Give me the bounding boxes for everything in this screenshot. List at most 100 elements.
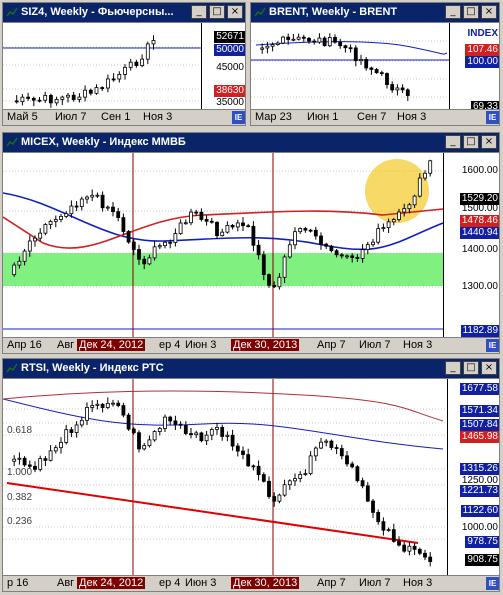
candle-body — [69, 429, 74, 433]
price-label: 908.75 — [465, 554, 499, 566]
candle-body — [334, 250, 339, 256]
candle-body — [339, 254, 344, 257]
chart-window-icon — [6, 7, 18, 17]
candle-body — [31, 98, 36, 101]
trend-line — [6, 482, 419, 544]
close-button[interactable]: × — [481, 135, 497, 149]
candle-body — [298, 228, 303, 233]
moving-average-line — [3, 390, 444, 422]
siz4-price-scale[interactable]: 52671 50000 45000 38630 35000 — [201, 23, 245, 109]
siz4-plot[interactable] — [3, 23, 201, 111]
candle-body — [417, 548, 422, 554]
candle-body — [230, 224, 235, 228]
candle-body — [282, 256, 287, 278]
candle-body — [100, 194, 105, 209]
fib-label: 0.618 — [7, 425, 32, 436]
candle-body — [397, 540, 401, 546]
candle-body — [241, 222, 245, 227]
candle-body — [204, 434, 209, 442]
candle-body — [43, 224, 48, 234]
candle-body — [85, 406, 89, 421]
maximize-button[interactable]: □ — [463, 361, 479, 375]
candle-body — [140, 58, 145, 66]
candle-body — [312, 40, 317, 43]
candle-body — [163, 241, 167, 247]
candle-body — [360, 249, 365, 259]
candle-body — [261, 474, 266, 482]
candle-body — [251, 225, 256, 246]
scroll-end-icon[interactable]: IE — [486, 111, 499, 124]
time-label: Сен 1 — [101, 111, 131, 123]
brent-plot[interactable] — [251, 23, 449, 111]
micex-titlebar[interactable]: MICEX, Weekly - Индекс ММВБ _ □ × — [3, 133, 499, 153]
scroll-end-icon[interactable]: IE — [232, 111, 245, 124]
rtsi-plot[interactable]: 0.618 1.000 0.382 0.236 — [3, 379, 447, 577]
minimize-button[interactable]: _ — [445, 361, 461, 375]
candle-body — [131, 428, 136, 434]
support-zone — [3, 253, 443, 286]
candle-body — [54, 99, 59, 104]
candle-body — [111, 78, 116, 81]
candle-body — [106, 78, 110, 89]
candle-body — [215, 426, 219, 430]
candle-body — [275, 42, 280, 45]
candle-body — [371, 500, 375, 513]
minimize-button[interactable]: _ — [445, 135, 461, 149]
candle-body — [381, 521, 386, 531]
close-button[interactable]: × — [481, 5, 497, 19]
time-label: Апр 7 — [317, 577, 346, 589]
candle-body — [286, 36, 291, 40]
brent-chart-window[interactable]: BRENT, Weekly - BRENT _ □ × INDEX 107.46… — [250, 2, 500, 126]
minimize-button[interactable]: _ — [191, 5, 207, 19]
siz4-time-axis: Май 5 Июл 7 Сен 1 Ноя 3 IE — [3, 109, 245, 125]
scroll-end-icon[interactable]: IE — [486, 339, 499, 352]
candle-body — [402, 544, 407, 552]
candle-body — [74, 424, 79, 433]
candle-body — [12, 264, 17, 276]
micex-price-scale[interactable]: 1600.00 1529.20 1500.00 1478.46 1440.94 … — [443, 153, 499, 337]
close-button[interactable]: × — [481, 361, 497, 375]
maximize-button[interactable]: □ — [463, 135, 479, 149]
candle-body — [313, 229, 318, 237]
candle-body — [90, 405, 95, 408]
scroll-end-icon[interactable]: IE — [486, 577, 499, 590]
micex-chart-window[interactable]: MICEX, Weekly - Индекс ММВБ _ □ × 1600.0… — [2, 132, 500, 354]
candle-body — [246, 225, 251, 228]
micex-plot[interactable] — [3, 153, 443, 339]
candle-body — [350, 463, 355, 468]
maximize-button[interactable]: □ — [463, 5, 479, 19]
candle-body — [272, 496, 277, 502]
moving-average-line — [3, 398, 444, 450]
time-label: Апр 7 — [317, 339, 346, 351]
brent-price-scale[interactable]: INDEX 107.46 100.00 69.33 — [449, 23, 499, 113]
price-label: 107.46 — [465, 44, 499, 56]
siz4-chart-window[interactable]: SIZ4, Weekly - Фьючерсны... _ □ × 52671 … — [2, 2, 246, 126]
candle-body — [293, 231, 297, 246]
candle-body — [339, 448, 344, 457]
candle-body — [64, 213, 69, 217]
candle-body — [209, 429, 214, 436]
rtsi-price-scale[interactable]: 1677.58 1571.34 1507.84 1465.98 1315.26 … — [447, 379, 499, 575]
siz4-titlebar[interactable]: SIZ4, Weekly - Фьючерсны... _ □ × — [3, 3, 245, 23]
candle-body — [251, 465, 256, 468]
chart-window-icon — [6, 363, 18, 373]
candle-body — [131, 241, 136, 250]
time-label-highlighted: Дек 24, 2012 — [77, 577, 146, 589]
rtsi-chart-window[interactable]: RTSI, Weekly - Индекс РТС _ □ × 0.618 1.0… — [2, 358, 500, 592]
maximize-button[interactable]: □ — [209, 5, 225, 19]
time-label: Мар 23 — [255, 111, 292, 123]
candle-body — [79, 198, 84, 207]
candle-body — [376, 228, 381, 243]
candle-body — [128, 61, 133, 68]
close-button[interactable]: × — [227, 5, 243, 19]
candle-body — [423, 552, 427, 558]
minimize-button[interactable]: _ — [445, 5, 461, 19]
candle-body — [308, 455, 313, 475]
candle-body — [168, 416, 173, 422]
candle-body — [60, 96, 65, 100]
rtsi-titlebar[interactable]: RTSI, Weekly - Индекс РТС _ □ × — [3, 359, 499, 379]
candle-body — [37, 99, 42, 102]
brent-titlebar[interactable]: BRENT, Weekly - BRENT _ □ × — [251, 3, 499, 23]
candle-body — [317, 37, 322, 43]
candle-body — [105, 206, 110, 209]
